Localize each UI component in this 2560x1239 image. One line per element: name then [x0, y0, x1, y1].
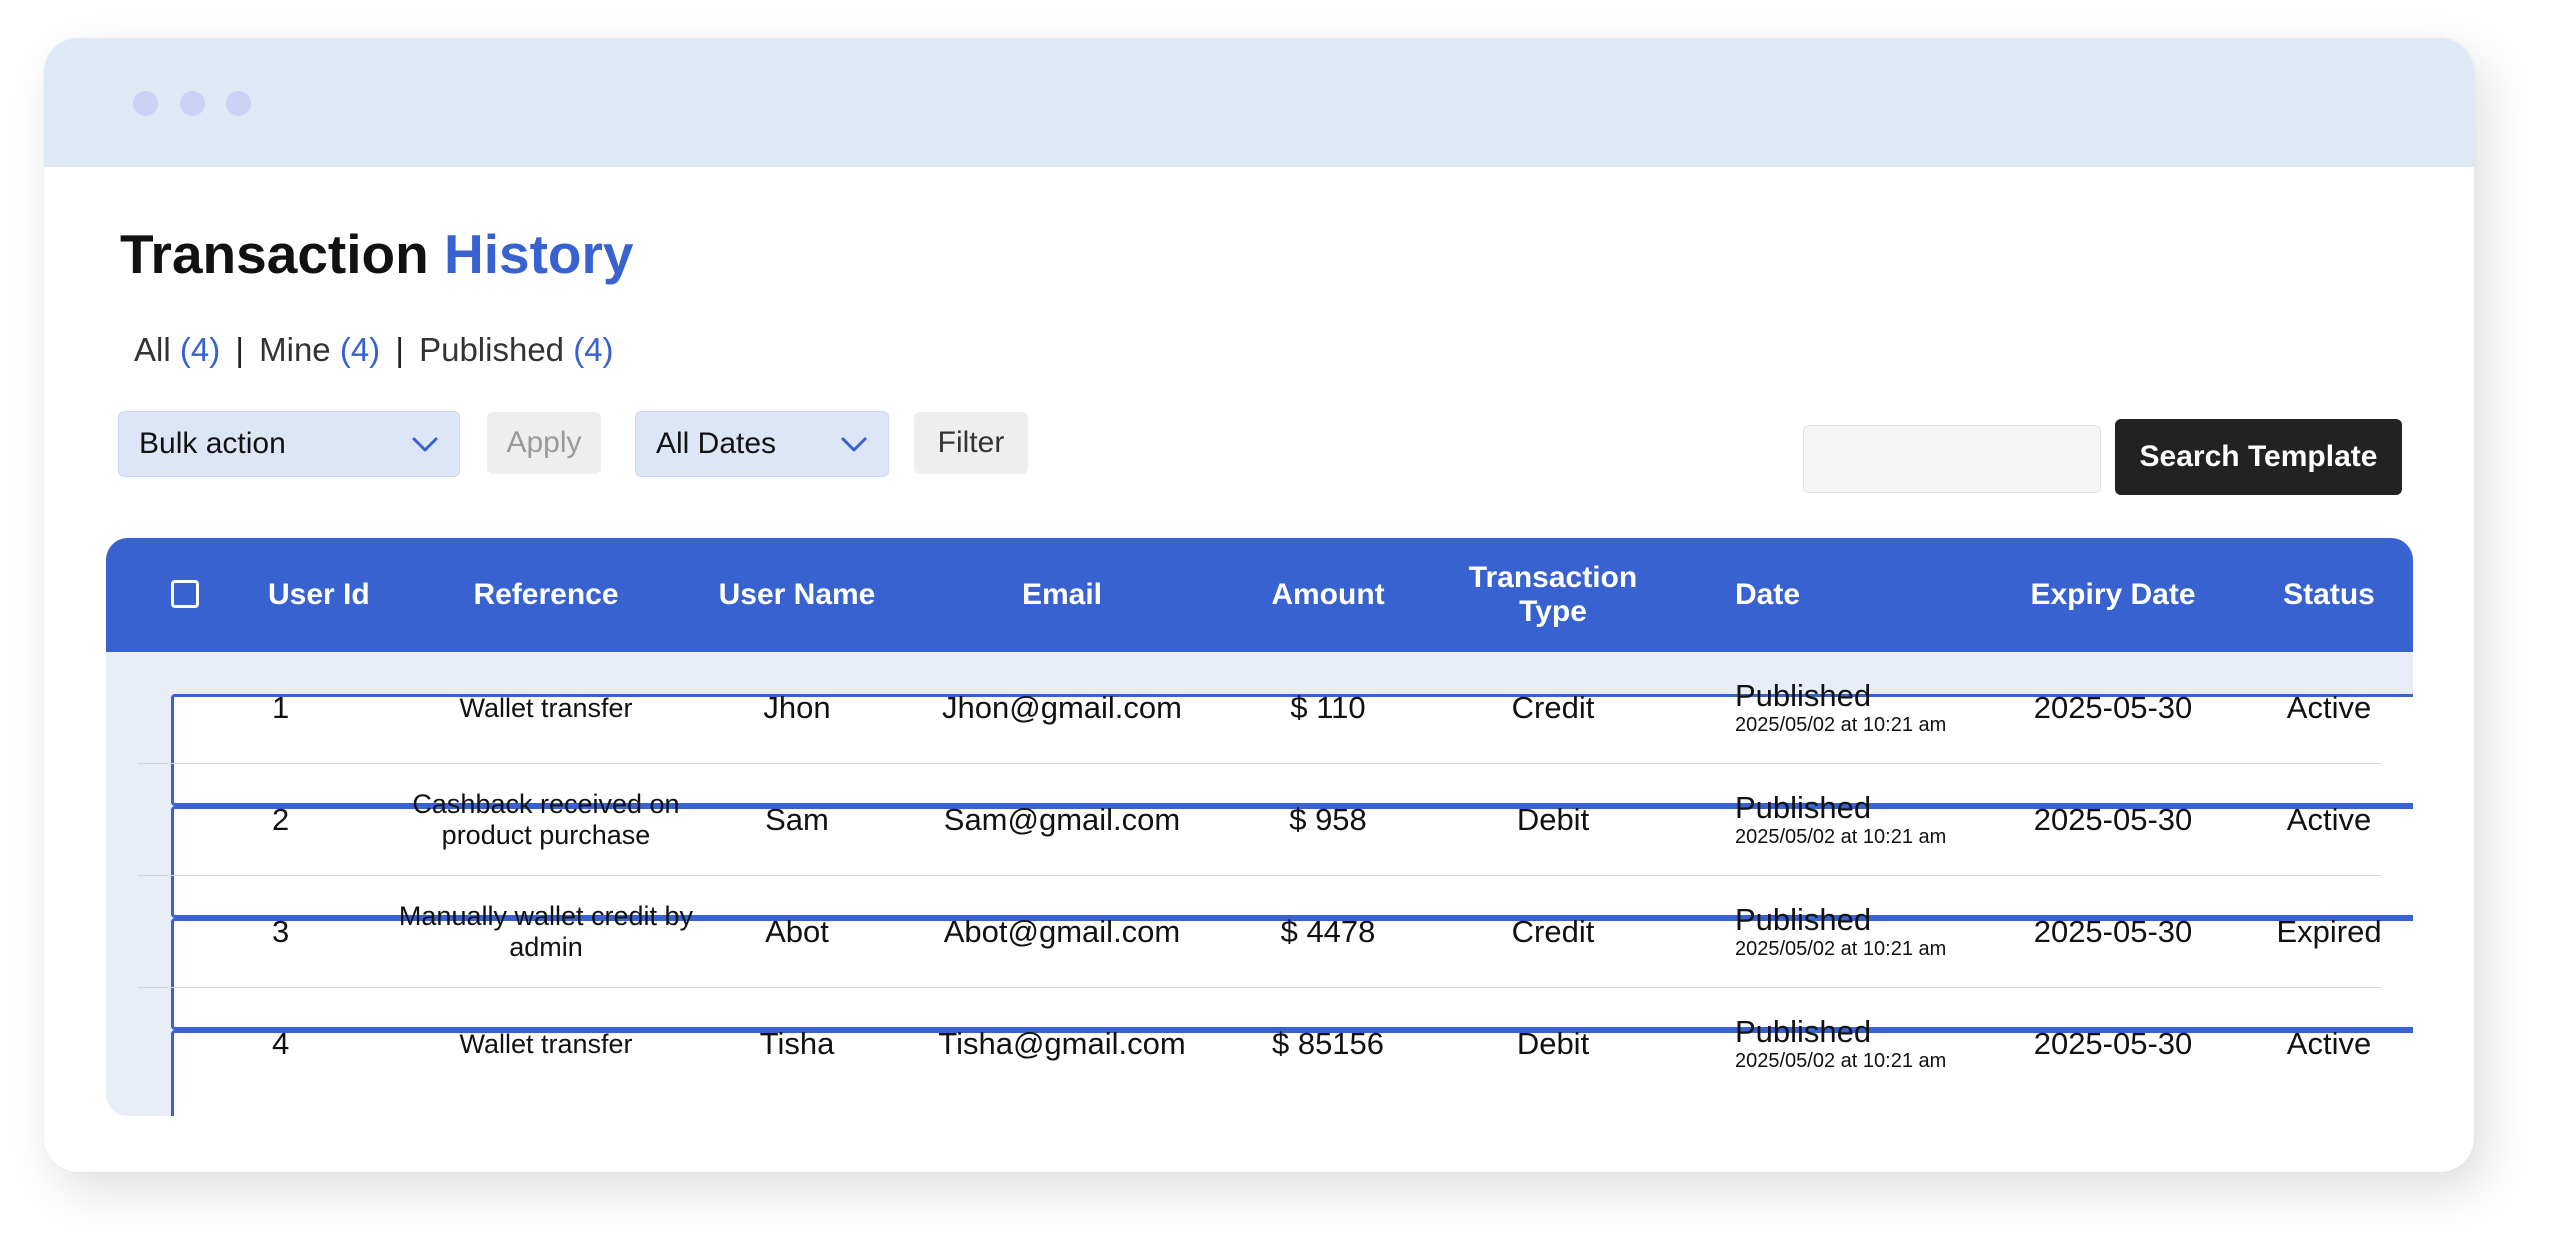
window-dot-icon [180, 91, 205, 116]
cell-email: Tisha@gmail.com [938, 1026, 1186, 1061]
table-row: 1 Wallet transfer Jhon Jhon@gmail.com $ … [106, 652, 2413, 806]
bulk-action-select[interactable]: Bulk action [118, 411, 460, 477]
cell-reference: Wallet transfer [459, 692, 633, 723]
cell-transaction-type: Credit [1511, 914, 1595, 949]
filter-separator: | [395, 331, 404, 368]
cell-amount: $ 85156 [1271, 1026, 1385, 1061]
cell-user-name: Abot [765, 914, 829, 949]
page-title-accent: History [444, 223, 634, 285]
date-timestamp: 2025/05/02 at 10:21 am [1735, 714, 1947, 736]
filter-published-count: (4) [573, 331, 614, 368]
window-dot-icon [226, 91, 251, 116]
select-all-checkbox[interactable] [171, 580, 199, 608]
cell-date: Published 2025/05/02 at 10:21 am [1735, 988, 1946, 1100]
date-filter-value: All Dates [656, 427, 777, 460]
cell-date: Published 2025/05/02 at 10:21 am [1735, 652, 1946, 764]
apply-button[interactable]: Apply [487, 412, 601, 474]
table-row: 2 Cashback received on product purchase … [106, 764, 2413, 918]
cell-amount: $ 4478 [1280, 914, 1376, 949]
date-status-label: Published [1735, 790, 1872, 825]
column-header-user-id: User Id [268, 578, 370, 611]
column-header-user-name: User Name [718, 578, 876, 611]
cell-transaction-type: Credit [1511, 690, 1595, 725]
filter-mine-link[interactable]: Mine (4) [259, 331, 380, 368]
filter-mine-count: (4) [339, 331, 381, 368]
cell-amount: $ 110 [1290, 690, 1366, 725]
cell-user-id: 1 [272, 690, 290, 725]
table-row: 4 Wallet transfer Tisha Tisha@gmail.com … [106, 988, 2413, 1116]
search-input[interactable] [1803, 425, 2101, 493]
column-header-expiry-date: Expiry Date [2030, 578, 2196, 611]
cell-date: Published 2025/05/02 at 10:21 am [1735, 764, 1946, 876]
date-status-label: Published [1735, 678, 1872, 713]
filter-published-label: Published [419, 331, 565, 368]
column-header-amount: Amount [1271, 578, 1385, 611]
table-header: User Id Reference User Name Email Amount… [106, 538, 2413, 652]
cell-user-name: Sam [765, 802, 829, 837]
date-timestamp: 2025/05/02 at 10:21 am [1735, 826, 1947, 848]
cell-amount: $ 958 [1289, 802, 1367, 837]
cell-status: Expired [2276, 914, 2382, 949]
column-header-reference: Reference [473, 578, 619, 611]
date-status-label: Published [1735, 902, 1872, 937]
cell-user-id: 2 [272, 802, 290, 837]
cell-status: Active [2286, 802, 2372, 837]
cell-transaction-type: Debit [1516, 1026, 1590, 1061]
cell-transaction-type: Debit [1516, 802, 1590, 837]
search-template-button[interactable]: Search Template [2115, 419, 2402, 495]
cell-email: Sam@gmail.com [943, 802, 1181, 837]
date-status-label: Published [1735, 1014, 1872, 1049]
chevron-down-icon [841, 437, 867, 452]
column-header-transaction-type: Transaction Type [1468, 561, 1638, 628]
filter-published-link[interactable]: Published (4) [419, 331, 613, 368]
page-title-main: Transaction [120, 223, 429, 285]
cell-email: Abot@gmail.com [943, 914, 1181, 949]
cell-user-id: 4 [272, 1026, 290, 1061]
cell-expiry-date: 2025-05-30 [2033, 802, 2193, 837]
cell-reference: Cashback received on product purchase [412, 789, 680, 850]
cell-user-name: Tisha [759, 1026, 835, 1061]
transactions-table: User Id Reference User Name Email Amount… [106, 538, 2413, 1116]
column-header-date: Date [1735, 578, 1801, 611]
cell-expiry-date: 2025-05-30 [2033, 1026, 2193, 1061]
table-row: 3 Manually wallet credit by admin Abot A… [106, 876, 2413, 1030]
date-filter-select[interactable]: All Dates [635, 411, 889, 477]
filter-all-label: All [134, 331, 171, 368]
cell-reference: Wallet transfer [459, 1028, 633, 1059]
filter-button[interactable]: Filter [914, 412, 1028, 474]
chevron-down-icon [412, 437, 438, 452]
cell-user-id: 3 [272, 914, 290, 949]
date-timestamp: 2025/05/02 at 10:21 am [1735, 1050, 1947, 1072]
cell-status: Active [2286, 1026, 2372, 1061]
filter-mine-label: Mine [259, 331, 331, 368]
column-header-email: Email [1021, 578, 1103, 611]
cell-status: Active [2286, 690, 2372, 725]
cell-date: Published 2025/05/02 at 10:21 am [1735, 876, 1946, 988]
window-dot-icon [133, 91, 158, 116]
filter-separator: | [235, 331, 244, 368]
cell-email: Jhon@gmail.com [942, 690, 1182, 725]
cell-expiry-date: 2025-05-30 [2033, 914, 2193, 949]
cell-expiry-date: 2025-05-30 [2033, 690, 2193, 725]
page-title: Transaction History [120, 222, 634, 286]
filter-all-link[interactable]: All (4) [134, 331, 220, 368]
column-header-status: Status [2283, 578, 2375, 611]
date-timestamp: 2025/05/02 at 10:21 am [1735, 938, 1947, 960]
filter-all-count: (4) [179, 331, 221, 368]
cell-reference: Manually wallet credit by admin [398, 901, 694, 962]
app-window: Transaction History All (4) | Mine (4) |… [44, 38, 2474, 1172]
cell-user-name: Jhon [763, 690, 831, 725]
window-titlebar [44, 38, 2474, 167]
status-filter-links: All (4) | Mine (4) | Published (4) [134, 331, 614, 369]
bulk-action-value: Bulk action [139, 427, 286, 460]
